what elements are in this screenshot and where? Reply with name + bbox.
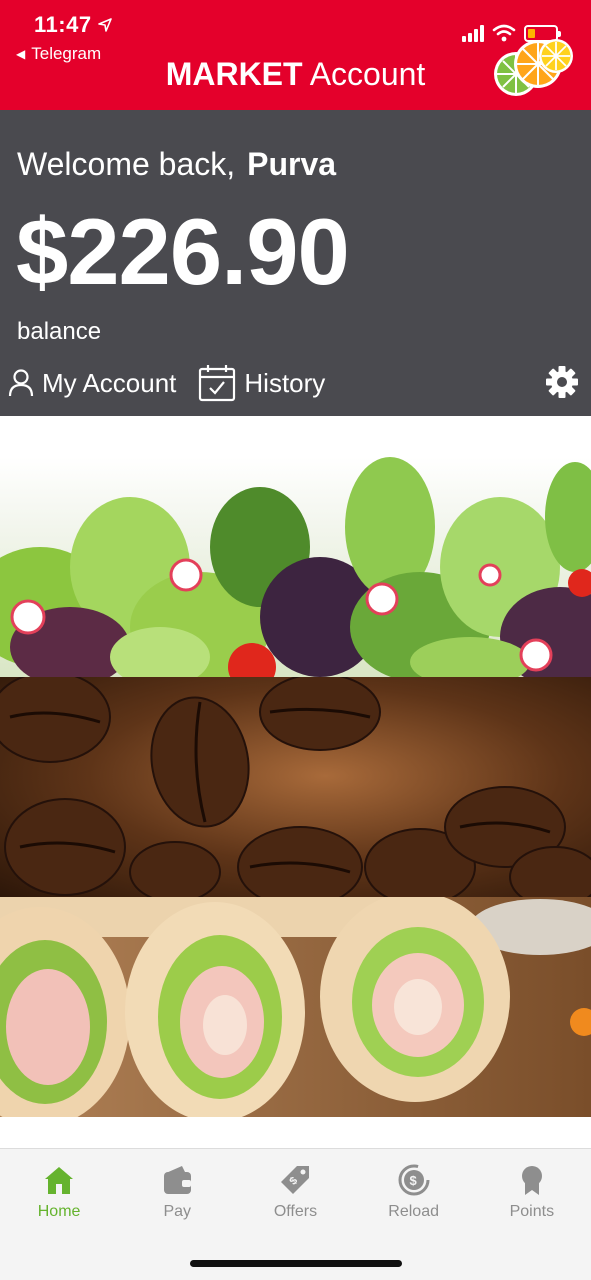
tab-points[interactable]: Points xyxy=(473,1163,591,1221)
user-icon xyxy=(8,369,34,397)
status-time: 11:47 xyxy=(34,12,112,38)
wrap-sandwiches-image xyxy=(0,897,591,1117)
citrus-logo-icon xyxy=(494,39,573,96)
account-summary-panel: Welcome back, Purva $226.90 balance My Ac… xyxy=(0,110,591,416)
history-button[interactable]: History xyxy=(198,364,325,402)
user-name: Purva xyxy=(247,146,337,182)
app-header: 11:47 ◀ Telegram MARKET Account xyxy=(0,0,591,110)
award-icon xyxy=(521,1166,542,1195)
market-account-screen: 11:47 ◀ Telegram MARKET Account Welcome … xyxy=(0,0,591,1280)
tab-pay[interactable]: Pay xyxy=(118,1163,236,1221)
tab-offers[interactable]: $ Offers xyxy=(236,1163,354,1221)
balance-label: balance xyxy=(17,318,102,345)
location-arrow-icon xyxy=(97,18,112,32)
home-icon xyxy=(45,1167,74,1194)
settings-gear-icon[interactable] xyxy=(545,365,579,399)
account-nav: My Account History xyxy=(8,364,325,402)
calendar-check-icon xyxy=(199,365,236,402)
cell-signal-icon xyxy=(462,24,484,42)
welcome-message: Welcome back, Purva xyxy=(17,146,337,182)
tab-home[interactable]: Home xyxy=(0,1163,118,1221)
coffee-beans-image xyxy=(0,677,591,897)
home-indicator[interactable] xyxy=(190,1260,402,1267)
reload-icon: $ xyxy=(398,1164,430,1196)
my-account-button[interactable]: My Account xyxy=(8,368,176,399)
salad-greens-image xyxy=(0,457,591,677)
tab-reload[interactable]: $ Reload xyxy=(355,1163,473,1221)
wallet-icon xyxy=(164,1166,192,1194)
svg-text:$: $ xyxy=(409,1173,417,1188)
tag-icon: $ xyxy=(281,1166,310,1194)
balance-amount: $226.90 xyxy=(16,199,350,304)
promo-banner[interactable] xyxy=(0,457,591,1117)
